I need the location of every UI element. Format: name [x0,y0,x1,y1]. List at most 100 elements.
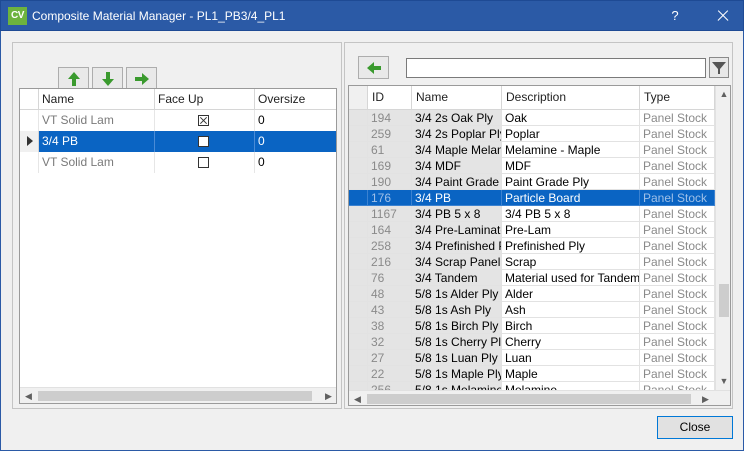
row-selector[interactable] [349,190,368,206]
material-description: MDF [502,158,640,174]
row-selector[interactable] [349,318,368,334]
material-type: Panel Stock [640,366,715,382]
table-row[interactable]: 3/4 PB 0 [20,131,336,152]
scroll-thumb[interactable] [367,394,691,404]
row-selector[interactable] [349,158,368,174]
window-title: Composite Material Manager - PL1_PB3/4_P… [32,9,286,23]
table-row[interactable]: 194 3/4 2s Oak Ply Oak Panel Stock [349,110,715,126]
filter-icon [709,57,729,78]
row-selector[interactable] [349,270,368,286]
material-name: 3/4 PB [412,190,502,206]
column-header-face-up[interactable]: Face Up [155,89,255,109]
row-selector[interactable] [349,222,368,238]
help-button[interactable]: ? [658,2,692,30]
material-description: Cherry [502,334,640,350]
row-selector[interactable] [349,254,368,270]
row-selector[interactable] [349,350,368,366]
material-type: Panel Stock [640,222,715,238]
scroll-left-icon[interactable]: ◀ [349,391,366,405]
oversize-value: 0 [258,113,265,127]
close-button[interactable]: Close [657,416,733,439]
scroll-thumb[interactable] [38,391,312,401]
scroll-right-icon[interactable]: ▶ [697,391,714,405]
scroll-up-icon[interactable]: ▲ [716,86,730,103]
materials-grid: ID Name Description Type 194 3/4 2s Oak P… [348,85,731,406]
column-header-name[interactable]: Name [39,89,155,109]
table-row[interactable]: VT Solid Lam 0 [20,110,336,131]
material-name: 3/4 Scrap Panel Stock [412,254,502,270]
vertical-scrollbar[interactable]: ▲ ▼ [715,86,730,390]
material-name: 5/8 1s Cherry Ply [412,334,502,350]
face-up-cell [155,131,255,152]
table-row[interactable]: 763/4 TandemMaterial used for Tandem box… [349,270,715,286]
row-selector[interactable] [349,126,368,142]
row-selector[interactable] [349,206,368,222]
filter-button[interactable] [709,57,729,78]
row-selector[interactable] [349,334,368,350]
table-row[interactable]: 2583/4 Prefinished PlyPrefinished PlyPan… [349,238,715,254]
move-down-button[interactable] [92,67,123,90]
row-selector[interactable] [20,110,39,131]
column-header-type[interactable]: Type [640,86,715,109]
table-row[interactable]: 169 3/4 MDF MDF Panel Stock [349,158,715,174]
horizontal-scrollbar[interactable]: ◀ ▶ [349,390,730,405]
horizontal-scrollbar[interactable]: ◀ ▶ [20,387,336,403]
row-selector[interactable] [349,302,368,318]
layer-name: VT Solid Lam [39,152,155,173]
dialog-body: Name Face Up Oversize VT Solid Lam 0 3/4… [0,31,744,451]
face-up-checkbox[interactable] [198,136,209,147]
table-row[interactable]: 32 5/8 1s Cherry Ply Cherry Panel Stock [349,334,715,350]
material-description: Paint Grade Ply [502,174,640,190]
table-row[interactable]: 1903/4 Paint Grade PlyPaint Grade PlyPan… [349,174,715,190]
move-left-button[interactable] [358,56,389,79]
row-selector[interactable] [349,142,368,158]
search-input[interactable] [406,58,706,78]
column-header-id[interactable]: ID [368,86,412,109]
table-row[interactable]: 22 5/8 1s Maple Ply Maple Panel Stock [349,366,715,382]
scroll-right-icon[interactable]: ▶ [320,388,336,403]
face-up-checkbox[interactable] [198,157,209,168]
material-description: Scrap [502,254,640,270]
column-header-oversize[interactable]: Oversize [255,89,336,109]
row-selector[interactable] [349,238,368,254]
material-name: 5/8 1s Maple Ply [412,366,502,382]
column-header-description[interactable]: Description [502,86,640,109]
table-row[interactable]: 1643/4 Pre-LaminatedPre-LamPanel Stock [349,222,715,238]
scroll-left-icon[interactable]: ◀ [20,388,37,403]
table-row[interactable]: 2163/4 Scrap Panel StockScrapPanel Stock [349,254,715,270]
materials-panel: ID Name Description Type 194 3/4 2s Oak P… [344,42,733,409]
scroll-thumb[interactable] [719,284,729,317]
material-name: 5/8 1s Ash Ply [412,302,502,318]
column-header-name[interactable]: Name [412,86,502,109]
move-up-button[interactable] [58,67,89,90]
material-description: Oak [502,110,640,126]
row-selector[interactable] [20,152,39,173]
row-selector[interactable] [20,131,39,152]
table-row[interactable]: 176 3/4 PB Particle Board Panel Stock [349,190,715,206]
face-up-checkbox[interactable] [198,115,209,126]
material-type: Panel Stock [640,158,715,174]
table-row[interactable]: 38 5/8 1s Birch Ply Birch Panel Stock [349,318,715,334]
material-id: 76 [368,270,412,286]
title-bar[interactable]: CV Composite Material Manager - PL1_PB3/… [0,0,744,31]
layer-name: VT Solid Lam [39,110,155,131]
material-type: Panel Stock [640,238,715,254]
move-right-button[interactable] [126,67,157,90]
window-close-icon[interactable] [703,2,741,30]
row-selector[interactable] [349,174,368,190]
table-row[interactable]: 613/4 Maple MelamineMelamine - MaplePane… [349,142,715,158]
table-row[interactable]: VT Solid Lam 0 [20,152,336,173]
scroll-down-icon[interactable]: ▼ [716,373,730,390]
row-selector[interactable] [349,110,368,126]
table-row[interactable]: 48 5/8 1s Alder Ply Alder Panel Stock [349,286,715,302]
material-id: 258 [368,238,412,254]
table-row[interactable]: 259 3/4 2s Poplar Ply Poplar Panel Stock [349,126,715,142]
table-row[interactable]: 43 5/8 1s Ash Ply Ash Panel Stock [349,302,715,318]
material-type: Panel Stock [640,270,715,286]
material-id: 48 [368,286,412,302]
row-selector[interactable] [349,286,368,302]
table-row[interactable]: 27 5/8 1s Luan Ply Luan Panel Stock [349,350,715,366]
row-selector[interactable] [349,366,368,382]
material-type: Panel Stock [640,334,715,350]
table-row[interactable]: 1167 3/4 PB 5 x 8 3/4 PB 5 x 8 Panel Stock [349,206,715,222]
